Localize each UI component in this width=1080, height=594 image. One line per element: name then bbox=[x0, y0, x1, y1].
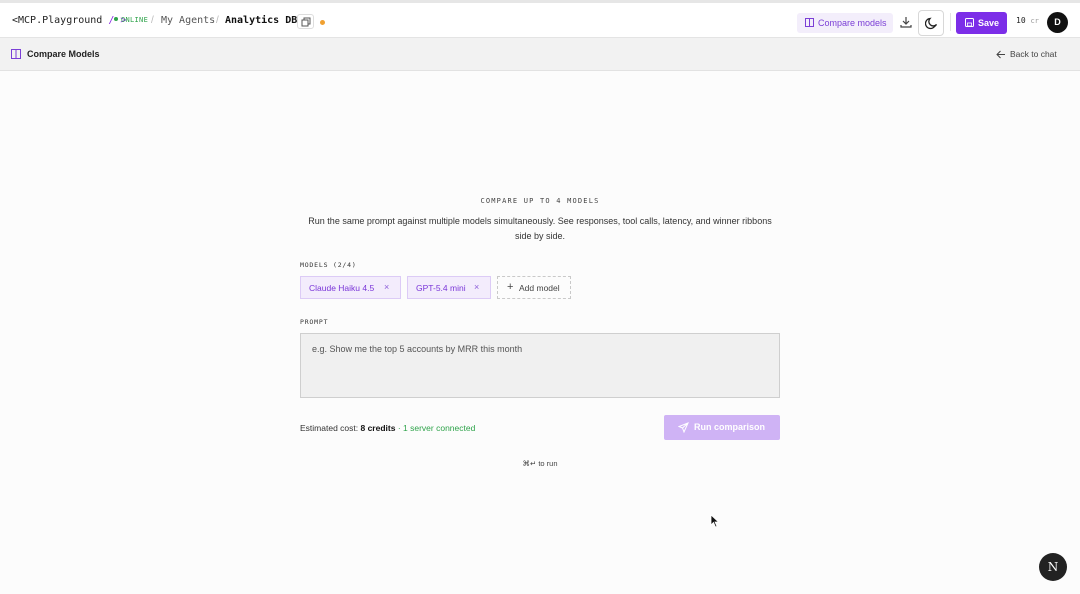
model-chip-gpt-mini[interactable]: GPT-5.4 mini × bbox=[407, 276, 491, 299]
breadcrumb-separator: / bbox=[151, 15, 154, 26]
copy-button[interactable] bbox=[297, 14, 314, 29]
back-to-chat-label: Back to chat bbox=[1010, 49, 1057, 59]
compare-models-button[interactable]: Compare models bbox=[797, 13, 893, 33]
model-chip-label: Claude Haiku 4.5 bbox=[309, 283, 375, 293]
credits-unit: cr bbox=[1030, 17, 1039, 25]
status-badge: ONLINE bbox=[114, 16, 148, 24]
compare-models-label: Compare models bbox=[818, 18, 887, 28]
keyboard-shortcut-hint: ⌘↵ to run bbox=[522, 459, 558, 468]
save-icon bbox=[965, 18, 974, 27]
plus-icon: + bbox=[507, 281, 514, 293]
remove-model-icon[interactable]: × bbox=[474, 282, 479, 292]
status-text: ONLINE bbox=[121, 16, 149, 24]
page-title: Compare Models bbox=[27, 49, 100, 59]
save-button[interactable]: Save bbox=[956, 12, 1007, 34]
mouse-cursor-icon bbox=[710, 514, 720, 528]
breadcrumb-separator: / bbox=[216, 15, 219, 26]
breadcrumb-my-agents[interactable]: My Agents bbox=[161, 15, 215, 26]
brand-prefix: <MCP bbox=[12, 15, 37, 26]
model-chip-label: GPT-5.4 mini bbox=[416, 283, 466, 293]
save-label: Save bbox=[978, 18, 1000, 28]
run-comparison-button[interactable]: Run comparison bbox=[664, 415, 780, 440]
section-kicker: COMPARE UP TO 4 MODELS bbox=[480, 197, 600, 205]
remove-model-icon[interactable]: × bbox=[384, 282, 389, 292]
cost-value: 8 credits bbox=[360, 423, 396, 433]
run-comparison-label: Run comparison bbox=[694, 422, 766, 432]
add-model-button[interactable]: + Add model bbox=[497, 276, 571, 299]
prompt-input[interactable] bbox=[300, 333, 780, 398]
arrow-left-icon bbox=[996, 50, 1005, 59]
columns-icon bbox=[805, 18, 814, 27]
n-logo-badge[interactable]: N bbox=[1039, 553, 1067, 581]
brand-logo[interactable]: <MCP.Playground / > bbox=[12, 15, 126, 26]
page-header: Compare Models Back to chat bbox=[0, 38, 1080, 71]
prompt-label: PROMPT bbox=[300, 318, 329, 326]
toolbar-divider bbox=[950, 13, 951, 31]
status-dot-icon bbox=[114, 17, 118, 21]
theme-toggle-button[interactable] bbox=[918, 10, 944, 36]
download-icon bbox=[900, 17, 912, 28]
cost-prefix: Estimated cost: bbox=[300, 423, 359, 433]
models-label: MODELS (2/4) bbox=[300, 261, 357, 269]
credits-counter: 10 cr bbox=[1016, 16, 1039, 25]
section-description: Run the same prompt against multiple mod… bbox=[308, 216, 772, 241]
unsaved-indicator bbox=[320, 20, 325, 25]
add-model-label: Add model bbox=[519, 283, 560, 293]
credits-value: 10 bbox=[1016, 16, 1026, 25]
copy-icon bbox=[301, 17, 311, 27]
avatar[interactable]: D bbox=[1047, 12, 1068, 33]
download-button[interactable] bbox=[898, 14, 914, 30]
brand-name: .Playground bbox=[36, 15, 103, 26]
top-bar: <MCP.Playground / > ONLINE / My Agents /… bbox=[0, 0, 1080, 38]
columns-icon bbox=[11, 49, 21, 59]
server-status: · 1 server connected bbox=[397, 423, 476, 433]
send-icon bbox=[678, 422, 689, 433]
estimated-cost: Estimated cost: 8 credits · 1 server con… bbox=[300, 423, 475, 433]
model-chip-claude-haiku[interactable]: Claude Haiku 4.5 × bbox=[300, 276, 401, 299]
breadcrumb-current[interactable]: Analytics DB bbox=[225, 15, 297, 26]
moon-icon bbox=[925, 17, 938, 30]
